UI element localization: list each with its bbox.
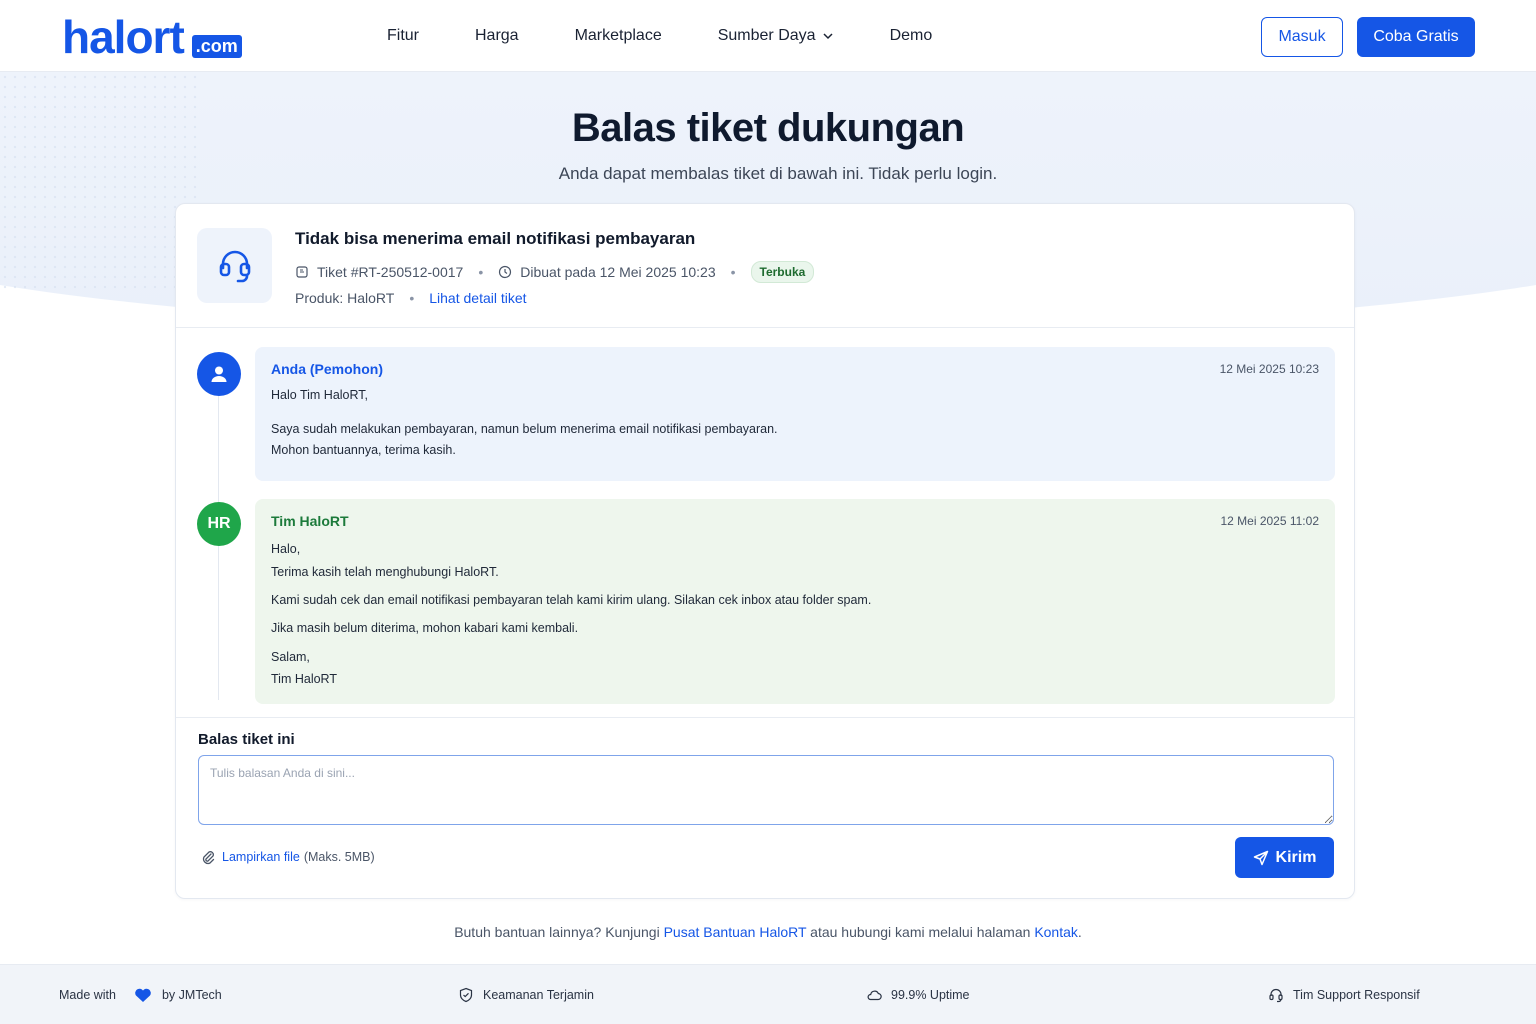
headset-icon	[1269, 988, 1283, 1003]
avatar	[197, 352, 241, 396]
ticket-meta: Tiket #RT-250512-0017 • Dibuat pada 12 M…	[295, 261, 815, 283]
clock-icon	[499, 265, 512, 279]
help-prefix: Butuh bantuan lainnya? Kunjungi	[454, 924, 660, 940]
brand-logo[interactable]: halort .com	[62, 12, 242, 60]
brand-name: halort	[62, 11, 185, 63]
page-subtitle: Anda dapat membalas tiket di bawah ini. …	[558, 164, 998, 183]
message-line: Salam,	[271, 650, 310, 664]
support-text: Tim Support Responsif	[1293, 988, 1420, 1002]
heart-icon	[135, 988, 151, 1002]
ticket-icon-box	[197, 228, 272, 303]
thread-line	[218, 394, 219, 700]
message-line: Jika masih belum diterima, mohon kabari …	[271, 621, 579, 635]
send-button[interactable]: Kirim	[1235, 837, 1334, 878]
send-button-label: Kirim	[1275, 848, 1317, 866]
message-line: Halo,	[271, 542, 301, 556]
nav-item-fitur[interactable]: Fitur	[387, 27, 419, 45]
login-button[interactable]: Masuk	[1261, 17, 1343, 57]
paperclip-icon	[202, 851, 215, 865]
message-line: Tim HaloRT	[271, 672, 337, 686]
chevron-down-icon	[823, 33, 833, 40]
message-staff: Tim HaloRT 12 Mei 2025 11:02 Halo, Terim…	[255, 499, 1335, 704]
free-trial-button[interactable]: Coba Gratis	[1357, 17, 1475, 57]
reply-section: Balas tiket ini Lampirkan file (Maks. 5M…	[176, 717, 1354, 898]
footer-uptime: 99.9% Uptime	[866, 987, 970, 1003]
footer: Made with by JMTech Keamanan Terjamin 99…	[0, 964, 1536, 1024]
footer-made-with: Made with by JMTech	[59, 987, 222, 1003]
message-time: 12 Mei 2025 10:23	[1219, 362, 1319, 376]
ticket-meta-secondary: Produk: HaloRT • Lihat detail tiket	[295, 290, 527, 306]
page-title: Balas tiket dukungan	[571, 106, 965, 150]
contact-link[interactable]: Kontak	[1034, 924, 1078, 940]
message-requester: Anda (Pemohon) 12 Mei 2025 10:23 Halo Ti…	[255, 347, 1335, 481]
message-line: Halo Tim HaloRT,	[271, 388, 369, 402]
ticket-detail-link[interactable]: Lihat detail tiket	[429, 290, 526, 306]
message-line: Terima kasih telah menghubungi HaloRT.	[271, 565, 499, 579]
uptime-text: 99.9% Uptime	[891, 988, 970, 1002]
security-text: Keamanan Terjamin	[483, 988, 594, 1002]
nav-item-sumber-daya[interactable]: Sumber Daya	[718, 27, 834, 45]
reply-label: Balas tiket ini	[198, 731, 295, 748]
message-line: Saya sudah melakukan pembayaran, namun b…	[271, 422, 778, 436]
ticket-card: Tidak bisa menerima email notifikasi pem…	[175, 203, 1355, 899]
status-badge: Terbuka	[750, 261, 815, 283]
footer-security: Keamanan Terjamin	[458, 987, 594, 1003]
brand-suffix: .com	[191, 35, 242, 58]
ticket-header: Tidak bisa menerima email notifikasi pem…	[176, 204, 1354, 328]
reply-textarea[interactable]	[198, 755, 1334, 825]
nav-item-sumber-daya-label: Sumber Daya	[717, 27, 816, 44]
help-suffix: .	[1077, 924, 1082, 940]
message-time: 12 Mei 2025 11:02	[1220, 514, 1319, 528]
message-line: Mohon bantuannya, terima kasih.	[271, 443, 456, 457]
nav-item-harga[interactable]: Harga	[475, 27, 519, 45]
meta-separator: •	[478, 264, 484, 280]
nav-item-demo[interactable]: Demo	[890, 27, 933, 45]
headset-icon	[219, 250, 250, 282]
ticket-id: Tiket #RT-250512-0017	[317, 264, 464, 280]
help-middle: atau hubungi kami melalui halaman	[810, 924, 1031, 940]
ticket-product: Produk: HaloRT	[295, 290, 395, 306]
footer-support: Tim Support Responsif	[1268, 987, 1420, 1003]
message-author: Tim HaloRT	[271, 513, 349, 529]
attach-note: (Maks. 5MB)	[303, 850, 375, 864]
made-by-text: by JMTech	[161, 988, 222, 1002]
meta-separator: •	[409, 290, 415, 306]
main-nav: Fitur Harga Marketplace Sumber Daya Demo	[387, 0, 988, 72]
shield-icon	[459, 987, 473, 1003]
message-author: Anda (Pemohon)	[271, 361, 383, 377]
help-center-link[interactable]: Pusat Bantuan HaloRT	[664, 924, 807, 940]
help-line: Butuh bantuan lainnya? Kunjungi Pusat Ba…	[0, 924, 1536, 940]
user-icon	[211, 366, 227, 382]
message-line: Kami sudah cek dan email notifikasi pemb…	[271, 593, 872, 607]
made-with-text: Made with	[59, 988, 116, 1002]
meta-separator: •	[730, 264, 736, 280]
ticket-created: Dibuat pada 12 Mei 2025 10:23	[520, 264, 716, 280]
send-icon	[1253, 850, 1268, 865]
cloud-icon	[867, 990, 882, 1001]
ticket-icon	[296, 266, 308, 278]
top-header: halort .com Fitur Harga Marketplace Sumb…	[0, 0, 1536, 72]
attach-row: Lampirkan file (Maks. 5MB)	[200, 849, 375, 865]
attach-file-link[interactable]: Lampirkan file	[222, 850, 300, 864]
nav-item-marketplace[interactable]: Marketplace	[575, 27, 662, 45]
ticket-subject: Tidak bisa menerima email notifikasi pem…	[295, 229, 696, 248]
avatar: HR	[197, 502, 241, 546]
